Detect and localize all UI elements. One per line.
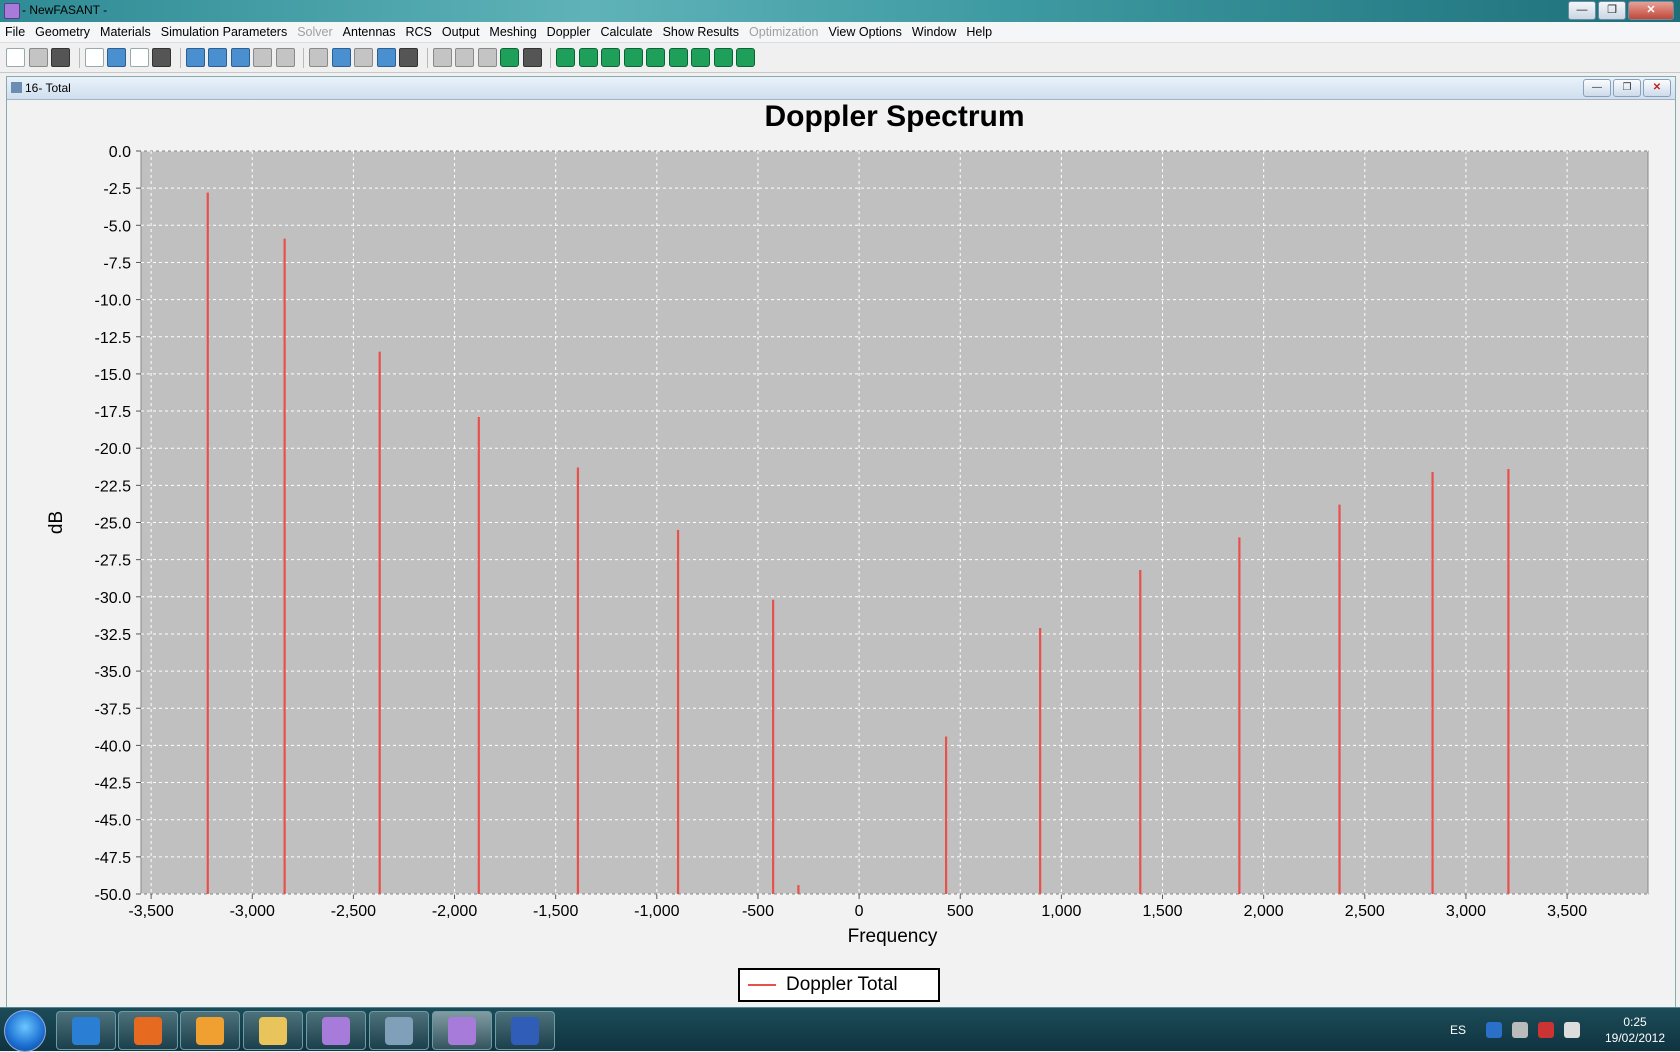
y-tick-label: -50.0	[95, 887, 132, 904]
y-tick-label: -15.0	[95, 367, 132, 384]
clock-time: 0:25	[1623, 1014, 1647, 1029]
start-button[interactable]	[4, 1010, 46, 1052]
x-tick-label: -2,500	[331, 903, 376, 920]
y-tick-label: -37.5	[95, 701, 132, 718]
y-tick-label: -30.0	[95, 590, 132, 607]
y-tick-label: -40.0	[95, 738, 132, 755]
taskbar-app-ie[interactable]	[56, 1011, 116, 1050]
taskbar-app-media-player[interactable]	[180, 1011, 240, 1050]
file-explorer-icon	[259, 1016, 287, 1045]
y-tick-label: -5.0	[103, 218, 131, 235]
legend-label: Doppler Total	[786, 974, 898, 995]
taskbar-app-computer[interactable]	[369, 1011, 429, 1050]
newfasant-1-icon	[322, 1016, 350, 1045]
chart-title: Doppler Spectrum	[764, 100, 1024, 133]
y-tick-label: -20.0	[95, 441, 132, 458]
taskbar-app-firefox[interactable]	[118, 1011, 178, 1050]
y-tick-label: -7.5	[103, 255, 131, 272]
newfasant-2-icon	[448, 1016, 476, 1045]
help-icon[interactable]	[1486, 1021, 1502, 1038]
clock[interactable]: 0:25 19/02/2012	[1590, 1014, 1680, 1046]
taskbar: ES 0:25 19/02/2012	[0, 1007, 1680, 1052]
x-tick-label: 0	[855, 903, 864, 920]
x-tick-label: 2,000	[1244, 903, 1284, 920]
x-axis-label: Frequency	[848, 926, 938, 947]
y-tick-label: -22.5	[95, 478, 132, 495]
show-hidden-icons-icon[interactable]	[1512, 1021, 1528, 1038]
taskbar-app-newfasant-1[interactable]	[306, 1011, 366, 1050]
x-tick-label: -2,000	[432, 903, 477, 920]
x-tick-label: -1,000	[634, 903, 679, 920]
x-tick-label: 1,500	[1143, 903, 1183, 920]
y-tick-label: -12.5	[95, 330, 132, 347]
system-tray: ES 0:25 19/02/2012	[1450, 1008, 1680, 1051]
y-axis-label: dB	[46, 511, 67, 534]
ie-icon	[72, 1016, 100, 1045]
media-player-icon	[196, 1016, 224, 1045]
y-tick-label: -47.5	[95, 850, 132, 867]
y-tick-label: -32.5	[95, 627, 132, 644]
y-tick-label: 0.0	[109, 144, 131, 161]
computer-icon	[385, 1016, 413, 1045]
y-tick-label: -35.0	[95, 664, 132, 681]
firefox-icon	[134, 1016, 162, 1045]
language-indicator[interactable]: ES	[1450, 1023, 1466, 1037]
chart-legend: Doppler Total	[738, 968, 940, 1002]
x-tick-label: -3,000	[230, 903, 275, 920]
volume-icon[interactable]	[1564, 1021, 1580, 1038]
network-icon[interactable]	[1538, 1021, 1554, 1038]
x-tick-label: 500	[947, 903, 974, 920]
y-tick-label: -25.0	[95, 516, 132, 533]
clock-date: 19/02/2012	[1604, 1030, 1666, 1045]
taskbar-app-newfasant-2[interactable]	[432, 1011, 492, 1050]
taskbar-app-file-explorer[interactable]	[243, 1011, 303, 1050]
y-tick-label: -17.5	[95, 404, 132, 421]
x-tick-label: -1,500	[533, 903, 578, 920]
y-tick-label: -42.5	[95, 776, 132, 793]
word-icon	[511, 1016, 539, 1045]
doppler-chart: Doppler Spectrum -3,500 -3,000 -2,500 -2,000…	[46, 100, 1649, 947]
legend-swatch	[748, 984, 776, 986]
taskbar-app-word[interactable]	[495, 1011, 555, 1050]
y-tick-label: -2.5	[103, 181, 131, 198]
y-tick-label: -10.0	[95, 293, 132, 310]
x-tick-label: -500	[742, 903, 774, 920]
x-tick-label: 3,500	[1547, 903, 1587, 920]
x-tick-label: 1,000	[1041, 903, 1081, 920]
y-tick-label: -27.5	[95, 553, 132, 570]
y-tick-label: -45.0	[95, 813, 132, 830]
x-tick-label: 2,500	[1345, 903, 1385, 920]
x-tick-label: -3,500	[128, 903, 173, 920]
x-tick-label: 3,000	[1446, 903, 1486, 920]
